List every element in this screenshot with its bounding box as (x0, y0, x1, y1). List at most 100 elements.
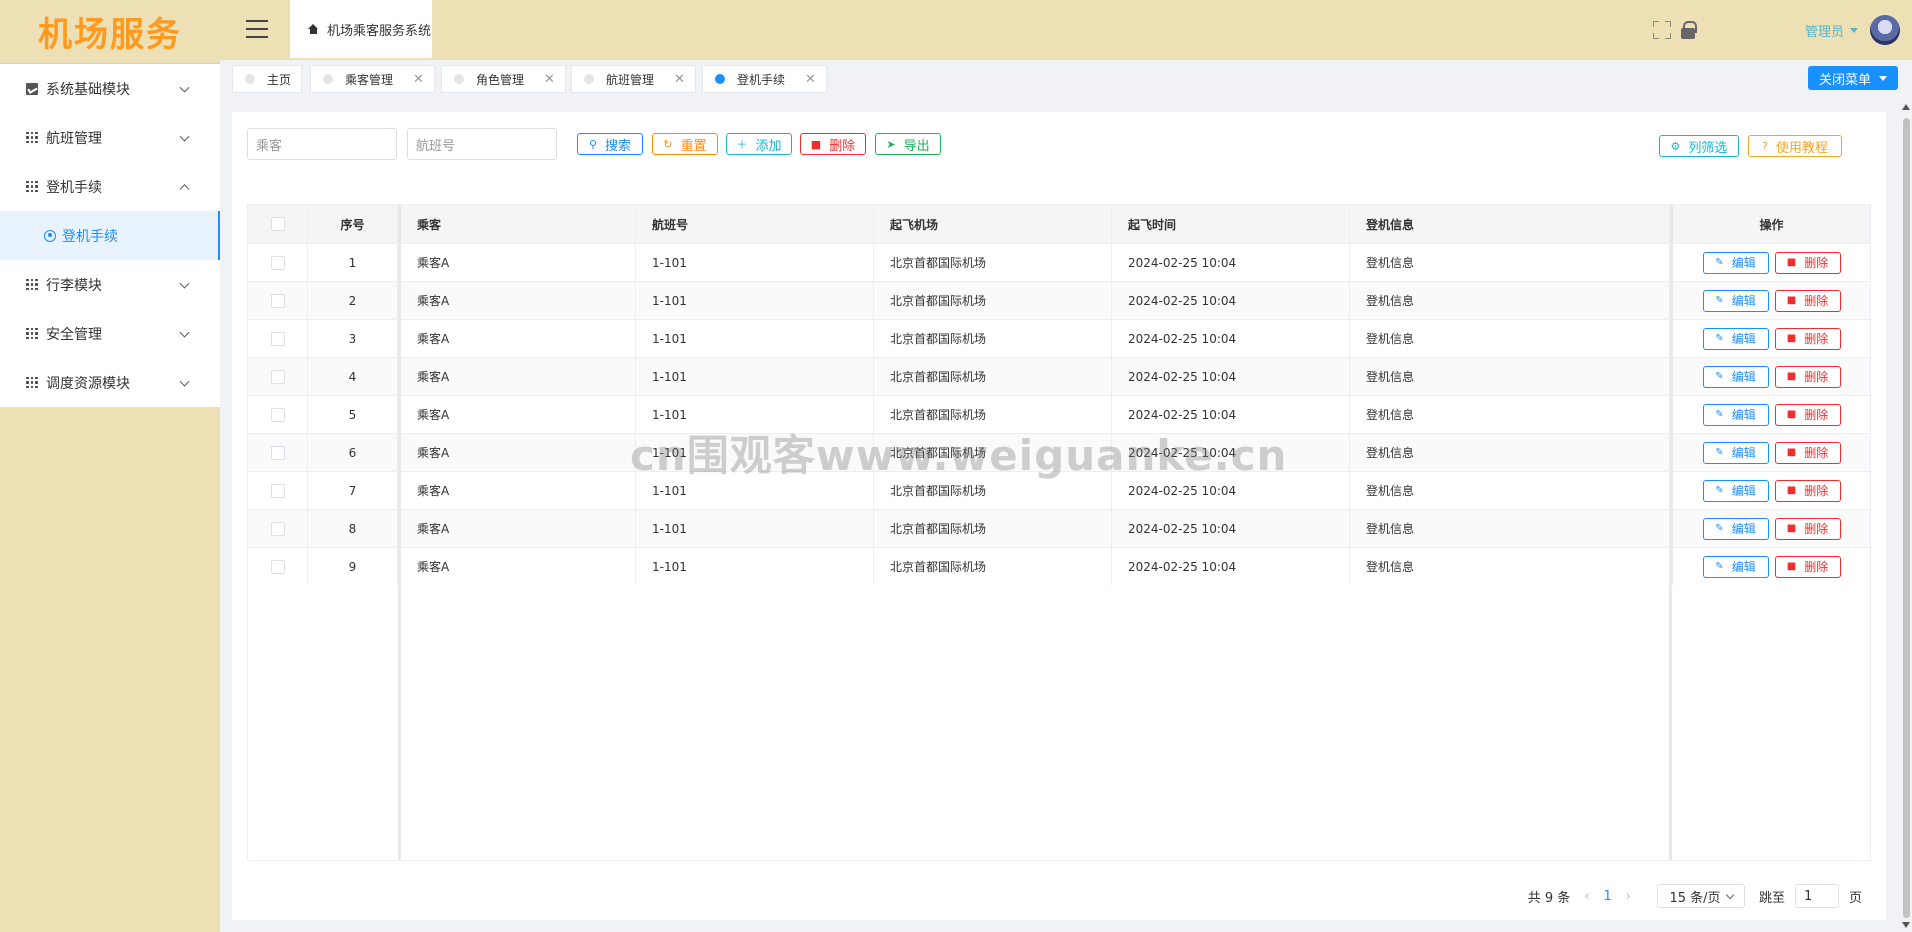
lock-icon[interactable] (1680, 21, 1697, 39)
delete-button[interactable]: ■ 删除 (800, 133, 866, 155)
table-row[interactable]: 4 乘客A 1-101 北京首都国际机场 2024-02-25 10:04 登机信息 ✎ 编辑… (248, 357, 1870, 395)
row-checkbox[interactable] (270, 559, 285, 574)
edit-button[interactable]: ✎ 编辑 (1702, 479, 1769, 502)
pagination: 共 9 条 ‹ 1 › 15 条/页 跳至 1 页 (1528, 882, 1862, 910)
edit-button[interactable]: ✎ 编辑 (1702, 441, 1769, 464)
row-checkbox[interactable] (270, 293, 285, 308)
tab-flight[interactable]: 航班管理 ✕ (571, 65, 696, 93)
close-icon[interactable]: ✕ (413, 72, 424, 87)
edit-button[interactable]: ✎ 编辑 (1702, 365, 1769, 388)
table-row[interactable]: 9 乘客A 1-101 北京首都国际机场 2024-02-25 10:04 登机信息 ✎ 编辑… (248, 547, 1870, 585)
row-checkbox[interactable] (270, 445, 285, 460)
table-row[interactable]: 2 乘客A 1-101 北京首都国际机场 2024-02-25 10:04 登机信息 ✎ 编辑… (248, 281, 1870, 319)
table-row[interactable]: 1 乘客A 1-101 北京首都国际机场 2024-02-25 10:04 登机信息 ✎ 编辑… (248, 243, 1870, 281)
tab-passenger[interactable]: 乘客管理 ✕ (310, 65, 435, 93)
logo-text: 机场服务 (38, 15, 182, 55)
search-button[interactable]: ⚲ 搜索 (577, 133, 643, 155)
scroll-up-icon[interactable] (1902, 104, 1910, 110)
system-title-tab[interactable]: 机场乘客服务系统 (290, 0, 432, 58)
table-row[interactable]: 5 乘客A 1-101 北京首都国际机场 2024-02-25 10:04 登机信息 ✎ 编辑… (248, 395, 1870, 433)
edit-button[interactable]: ✎ 编辑 (1702, 327, 1769, 350)
edit-button[interactable]: ✎ 编辑 (1702, 251, 1769, 274)
sidebar-subitem-checkin[interactable]: 登机手续 (0, 211, 220, 260)
tab-checkin[interactable]: 登机手续 ✕ (702, 65, 827, 93)
scrollbar-thumb[interactable] (1903, 118, 1910, 918)
row-checkbox[interactable] (270, 407, 285, 422)
system-title: 机场乘客服务系统 (327, 23, 432, 39)
passenger-search-input[interactable]: 乘客 (247, 128, 397, 160)
sidebar-item-system-base[interactable]: 系统基础模块 (0, 64, 220, 113)
row-delete-button[interactable]: ■ 删除 (1774, 251, 1841, 274)
edit-button[interactable]: ✎ 编辑 (1702, 403, 1769, 426)
grid-icon (26, 376, 38, 389)
edit-button[interactable]: ✎ 编辑 (1702, 517, 1769, 540)
table-cell: 登机信息 (1350, 244, 1670, 281)
tab-role[interactable]: 角色管理 ✕ (441, 65, 566, 93)
sidebar-item-security[interactable]: 安全管理 (0, 309, 220, 358)
sidebar-item-flight[interactable]: 航班管理 (0, 113, 220, 162)
table-cell: 乘客A (398, 244, 636, 281)
row-delete-button[interactable]: ■ 删除 (1774, 555, 1841, 578)
current-page[interactable]: 1 (1603, 889, 1611, 904)
tutorial-button[interactable]: ? 使用教程 (1748, 135, 1842, 157)
jump-label: 跳至 (1758, 890, 1785, 906)
hamburger-menu-icon[interactable] (246, 20, 268, 38)
row-checkbox[interactable] (270, 331, 285, 346)
prev-page-icon[interactable]: ‹ (1584, 889, 1589, 904)
reset-button[interactable]: ↻ 重置 (652, 133, 718, 155)
row-delete-button[interactable]: ■ 删除 (1774, 517, 1841, 540)
row-checkbox[interactable] (270, 521, 285, 536)
table-cell: 2024-02-25 10:04 (1112, 434, 1350, 471)
user-menu[interactable]: 管理员 (1805, 21, 1858, 40)
tab-dot-icon (454, 74, 464, 84)
button-label: 编辑 (1731, 484, 1756, 498)
row-delete-button[interactable]: ■ 删除 (1774, 365, 1841, 388)
table-cell: 1-101 (636, 282, 874, 319)
avatar[interactable] (1870, 15, 1900, 45)
table-cell: 8 (308, 510, 398, 547)
sidebar: 机场服务 系统基础模块 航班管理 登机手续 登机手续 行李模块 安全管理 调度资… (0, 0, 220, 932)
grid-icon (26, 131, 38, 144)
row-delete-button[interactable]: ■ 删除 (1774, 289, 1841, 312)
edit-button[interactable]: ✎ 编辑 (1702, 289, 1769, 312)
add-button[interactable]: ＋ 添加 (726, 133, 792, 155)
button-label: 编辑 (1731, 408, 1756, 422)
row-delete-button[interactable]: ■ 删除 (1774, 403, 1841, 426)
send-icon: ➤ (886, 137, 896, 151)
close-icon[interactable]: ✕ (674, 72, 685, 87)
table-cell: 乘客A (398, 548, 636, 585)
next-page-icon[interactable]: › (1626, 889, 1631, 904)
close-icon[interactable]: ✕ (544, 72, 555, 87)
table-row[interactable]: 6 乘客A 1-101 北京首都国际机场 2024-02-25 10:04 登机信息 ✎ 编辑… (248, 433, 1870, 471)
sidebar-item-checkin[interactable]: 登机手续 (0, 162, 220, 211)
row-checkbox[interactable] (270, 255, 285, 270)
table-row[interactable]: 7 乘客A 1-101 北京首都国际机场 2024-02-25 10:04 登机信息 ✎ 编辑… (248, 471, 1870, 509)
edit-button[interactable]: ✎ 编辑 (1702, 555, 1769, 578)
page-size-select[interactable]: 15 条/页 (1656, 884, 1745, 908)
row-delete-button[interactable]: ■ 删除 (1774, 441, 1841, 464)
flight-search-input[interactable]: 航班号 (407, 128, 557, 160)
table-header: 序号 乘客 航班号 起飞机场 起飞时间 登机信息 操作 (248, 205, 1870, 243)
app-logo[interactable]: 机场服务 (0, 0, 220, 64)
table-cell: 北京首都国际机场 (874, 358, 1112, 395)
row-checkbox[interactable] (270, 483, 285, 498)
export-button[interactable]: ➤ 导出 (875, 133, 941, 155)
sidebar-item-baggage[interactable]: 行李模块 (0, 260, 220, 309)
caret-down-icon (1879, 75, 1887, 81)
sidebar-item-dispatch[interactable]: 调度资源模块 (0, 358, 220, 407)
close-menu-button[interactable]: 关闭菜单 (1808, 66, 1898, 90)
page-scrollbar[interactable] (1900, 100, 1912, 932)
jump-page-input[interactable]: 1 (1794, 884, 1839, 908)
column-filter-button[interactable]: ⚙ 列筛选 (1659, 135, 1739, 157)
row-delete-button[interactable]: ■ 删除 (1774, 479, 1841, 502)
row-checkbox[interactable] (270, 369, 285, 384)
row-delete-button[interactable]: ■ 删除 (1774, 327, 1841, 350)
chevron-down-icon (179, 376, 190, 387)
fullscreen-icon[interactable] (1652, 21, 1671, 39)
table-row[interactable]: 8 乘客A 1-101 北京首都国际机场 2024-02-25 10:04 登机信息 ✎ 编辑… (248, 509, 1870, 547)
table-row[interactable]: 3 乘客A 1-101 北京首都国际机场 2024-02-25 10:04 登机信息 ✎ 编辑… (248, 319, 1870, 357)
close-icon[interactable]: ✕ (805, 72, 816, 87)
tab-home[interactable]: 主页 (232, 65, 303, 93)
select-all-checkbox[interactable] (270, 217, 285, 231)
scroll-down-icon[interactable] (1902, 922, 1910, 928)
